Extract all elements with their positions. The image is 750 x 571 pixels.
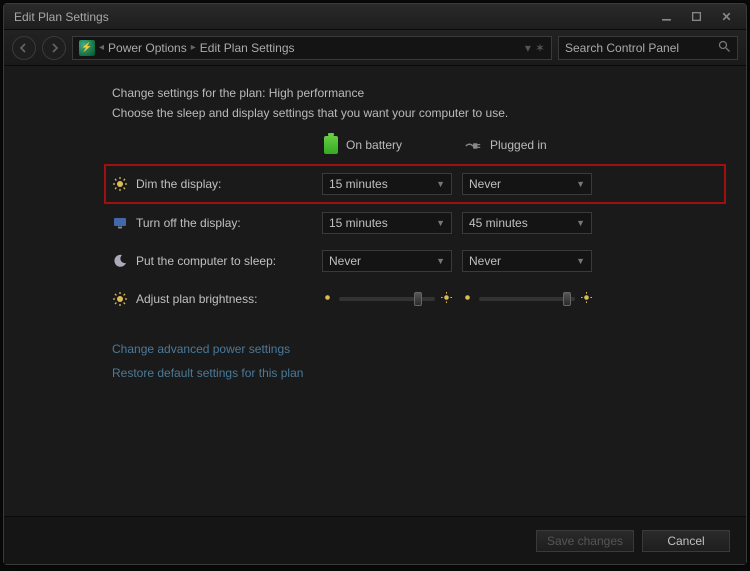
sun-dim-icon: [462, 292, 473, 306]
battery-icon: [324, 136, 338, 154]
row-sleep: Put the computer to sleep: Never ▼ Never…: [112, 242, 726, 280]
row-label: Put the computer to sleep:: [136, 254, 276, 268]
restore-defaults-link[interactable]: Restore default settings for this plan: [112, 366, 726, 380]
dropdown-value: 45 minutes: [469, 216, 528, 230]
breadcrumb-separator-icon: ▸: [191, 42, 196, 53]
dropdown-value: Never: [469, 254, 501, 268]
chevron-down-icon: ▼: [436, 218, 445, 228]
dropdown-value: Never: [469, 177, 501, 191]
breadcrumb[interactable]: ⚡ ◂ Power Options ▸ Edit Plan Settings ▾…: [72, 36, 552, 60]
page-heading: Change settings for the plan: High perfo…: [112, 86, 726, 100]
dropdown-value: 15 minutes: [329, 177, 388, 191]
chevron-down-icon: ▼: [436, 256, 445, 266]
row-dim-display: Dim the display: 15 minutes ▼ Never ▼: [104, 164, 726, 204]
monitor-icon: [112, 215, 128, 231]
sun-icon: [112, 291, 128, 307]
window-title: Edit Plan Settings: [10, 10, 650, 24]
sun-bright-icon: [581, 292, 592, 306]
column-on-battery: On battery: [324, 136, 454, 154]
advanced-settings-link[interactable]: Change advanced power settings: [112, 342, 726, 356]
sleep-plugged-dropdown[interactable]: Never ▼: [462, 250, 592, 272]
sleep-battery-dropdown[interactable]: Never ▼: [322, 250, 452, 272]
brightness-battery-slider-cell: [322, 292, 452, 306]
row-brightness: Adjust plan brightness:: [112, 280, 726, 318]
chevron-down-icon: ▼: [576, 179, 585, 189]
refresh-icon[interactable]: ✶: [535, 41, 545, 55]
chevron-down-icon: ▼: [576, 218, 585, 228]
maximize-button[interactable]: [682, 9, 710, 25]
chevron-down-icon[interactable]: ▾: [525, 41, 531, 55]
toolbar: ⚡ ◂ Power Options ▸ Edit Plan Settings ▾…: [4, 30, 746, 66]
sun-dim-icon: [322, 292, 333, 306]
links: Change advanced power settings Restore d…: [112, 342, 726, 380]
window: Edit Plan Settings ⚡ ◂ Power Options ▸ E…: [3, 3, 747, 565]
search-icon: [718, 40, 731, 56]
turnoff-battery-dropdown[interactable]: 15 minutes ▼: [322, 212, 452, 234]
column-label: Plugged in: [490, 138, 547, 152]
titlebar: Edit Plan Settings: [4, 4, 746, 30]
save-button[interactable]: Save changes: [536, 530, 634, 552]
slider-thumb[interactable]: [563, 292, 571, 306]
column-label: On battery: [346, 138, 402, 152]
sun-bright-icon: [441, 292, 452, 306]
brightness-plugged-slider[interactable]: [479, 297, 575, 301]
dropdown-value: Never: [329, 254, 361, 268]
turnoff-plugged-dropdown[interactable]: 45 minutes ▼: [462, 212, 592, 234]
column-headers: On battery Plugged in: [112, 136, 726, 154]
back-button[interactable]: [12, 36, 36, 60]
breadcrumb-item[interactable]: Edit Plan Settings: [200, 41, 295, 55]
cancel-button[interactable]: Cancel: [642, 530, 730, 552]
control-panel-icon: ⚡: [79, 40, 95, 56]
chevron-down-icon: ▼: [436, 179, 445, 189]
forward-button[interactable]: [42, 36, 66, 60]
slider-thumb[interactable]: [414, 292, 422, 306]
plug-icon: [464, 140, 482, 150]
content: Change settings for the plan: High perfo…: [4, 66, 746, 516]
moon-icon: [112, 253, 128, 269]
column-plugged-in: Plugged in: [464, 136, 594, 154]
brightness-plugged-slider-cell: [462, 292, 592, 306]
minimize-button[interactable]: [652, 9, 680, 25]
chevron-down-icon: ▼: [576, 256, 585, 266]
breadcrumb-item[interactable]: Power Options: [108, 41, 187, 55]
row-turn-off-display: Turn off the display: 15 minutes ▼ 45 mi…: [112, 204, 726, 242]
row-label: Dim the display:: [136, 177, 221, 191]
row-label: Turn off the display:: [136, 216, 241, 230]
search-input[interactable]: Search Control Panel: [558, 36, 738, 60]
close-button[interactable]: [712, 9, 740, 25]
row-label: Adjust plan brightness:: [136, 292, 257, 306]
footer: Save changes Cancel: [4, 516, 746, 564]
dropdown-value: 15 minutes: [329, 216, 388, 230]
sun-icon: [112, 176, 128, 192]
search-placeholder: Search Control Panel: [565, 41, 679, 55]
breadcrumb-separator-icon: ◂: [99, 42, 104, 53]
dim-plugged-dropdown[interactable]: Never ▼: [462, 173, 592, 195]
page-subheading: Choose the sleep and display settings th…: [112, 106, 726, 120]
brightness-battery-slider[interactable]: [339, 297, 435, 301]
dim-battery-dropdown[interactable]: 15 minutes ▼: [322, 173, 452, 195]
